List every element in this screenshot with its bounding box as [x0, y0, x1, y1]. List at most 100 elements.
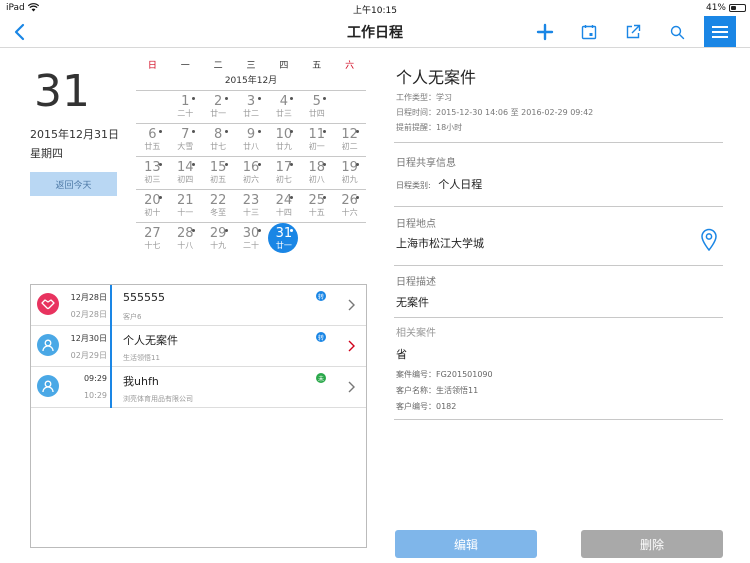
- divider: [394, 206, 723, 207]
- calendar-day[interactable]: 9 廿八: [235, 124, 268, 156]
- map-pin-icon[interactable]: [700, 228, 718, 252]
- handshake-avatar-icon: [37, 293, 59, 315]
- add-button[interactable]: [531, 19, 559, 45]
- client-name: 客户名称：生活领悟11: [396, 386, 479, 395]
- person-avatar-icon: [37, 375, 59, 397]
- calendar-day[interactable]: 6 廿五: [136, 124, 169, 156]
- calendar-day[interactable]: 5 廿四: [300, 91, 333, 123]
- day-number: 4: [279, 94, 288, 109]
- schedule-time: 日程时间：2015-12-30 14:06 至 2016-02-29 09:42: [396, 108, 594, 117]
- day-number: 19: [341, 160, 358, 175]
- search-button[interactable]: [663, 19, 691, 45]
- calendar-day[interactable]: 3 廿二: [235, 91, 268, 123]
- edit-button[interactable]: 编辑: [395, 530, 537, 558]
- client-number: 客户编号：0182: [396, 402, 457, 411]
- calendar-day-selected[interactable]: 31 廿一: [267, 223, 300, 255]
- lunar-date: 冬至: [210, 208, 227, 217]
- lunar-date: 十三: [243, 208, 259, 217]
- day-number: 30: [242, 226, 260, 241]
- calendar-day[interactable]: 10 廿九: [267, 124, 300, 156]
- calendar-day[interactable]: 19 初九: [333, 157, 366, 189]
- day-number: 5: [312, 94, 321, 109]
- calendar-day[interactable]: 25 十五: [300, 190, 333, 222]
- calendar-day[interactable]: 4 廿三: [267, 91, 300, 123]
- calendar-day[interactable]: 21 十一: [169, 190, 202, 222]
- status-bar: iPad 上午10:15 41%: [0, 0, 750, 16]
- calendar-day[interactable]: 28 十八: [169, 223, 202, 255]
- day-number: 2: [214, 94, 223, 109]
- schedule-list-item[interactable]: 12月30日 02月29日 个人无案件 生活领悟11 转: [31, 326, 366, 367]
- plus-icon: [536, 23, 554, 41]
- calendar-empty-cell: [300, 223, 333, 255]
- start-date: 12月30日: [70, 334, 107, 343]
- calendar-empty-cell: [136, 91, 169, 123]
- chevron-right-icon: [346, 297, 356, 311]
- calendar-empty-cell: [333, 223, 366, 255]
- calendar-day[interactable]: 16 初六: [235, 157, 268, 189]
- battery-icon: [729, 4, 746, 12]
- lunar-date: 廿四: [308, 109, 325, 118]
- end-date: 10:29: [83, 391, 107, 400]
- day-number: 1: [181, 94, 190, 109]
- schedule-list-item[interactable]: 12月28日 02月28日 555555 客户6 转: [31, 285, 366, 326]
- item-title: 我uhfh: [123, 375, 159, 388]
- chevron-right-icon: [346, 379, 356, 393]
- calendar-day[interactable]: 13 初三: [136, 157, 169, 189]
- calendar-day[interactable]: 24 十四: [267, 190, 300, 222]
- calendar-day[interactable]: 23 十三: [235, 190, 268, 222]
- item-subtitle: 生活领悟11: [123, 354, 160, 362]
- calendar-day[interactable]: 22 冬至: [202, 190, 235, 222]
- calendar-button[interactable]: [575, 19, 603, 45]
- calendar-day[interactable]: 2 廿一: [202, 91, 235, 123]
- back-to-today-button[interactable]: 返回今天: [30, 172, 117, 196]
- calendar-day[interactable]: 20 初十: [136, 190, 169, 222]
- lunar-date: 十八: [177, 241, 194, 250]
- calendar-empty-cell: [333, 91, 366, 123]
- calendar-day[interactable]: 30 二十: [235, 223, 268, 255]
- calendar-day[interactable]: 15 初五: [202, 157, 235, 189]
- menu-button[interactable]: [704, 16, 736, 47]
- clock: 上午10:15: [353, 6, 397, 16]
- calendar-day[interactable]: 26 十六: [333, 190, 366, 222]
- lunar-date: 十一: [177, 208, 194, 217]
- work-type: 工作类型：学习: [396, 93, 452, 102]
- calendar-day[interactable]: 8 廿七: [202, 124, 235, 156]
- day-number: 16: [242, 160, 260, 175]
- divider: [394, 419, 723, 420]
- description-section-title: 日程描述: [396, 277, 436, 288]
- lunar-date: 初六: [243, 175, 259, 184]
- calendar-day[interactable]: 17 初七: [267, 157, 300, 189]
- share-button[interactable]: [619, 19, 647, 45]
- lunar-date: 廿三: [275, 109, 292, 118]
- event-dot: [159, 163, 162, 166]
- lunar-date: 十七: [144, 241, 161, 250]
- item-subtitle: 客户6: [123, 313, 142, 321]
- calendar-day[interactable]: 14 初四: [169, 157, 202, 189]
- calendar-day[interactable]: 18 初八: [300, 157, 333, 189]
- lunar-date: 十五: [308, 208, 325, 217]
- day-number: 14: [177, 160, 194, 175]
- day-number: 23: [242, 193, 260, 208]
- lunar-date: 初十: [144, 208, 161, 217]
- day-number: 9: [246, 127, 256, 142]
- navigation-bar: 工作日程: [0, 16, 750, 48]
- month-calendar: 日一二三四五六 2015年12月 1 二十 2 廿一 3 廿二 4 廿三 5 廿四 6 廿五 7 大雪 8 廿…: [136, 58, 366, 255]
- schedule-list-item[interactable]: 09:29 10:29 我uhfh 浏亮体育用品有限公司 未: [31, 367, 366, 408]
- calendar-day[interactable]: 7 大雪: [169, 124, 202, 156]
- day-number: 28: [177, 226, 194, 241]
- calendar-day[interactable]: 1 二十: [169, 91, 202, 123]
- weekday-label: 日: [147, 61, 157, 71]
- calendar-day[interactable]: 11 初一: [300, 124, 333, 156]
- calendar-month-label: 2015年12月: [224, 76, 278, 86]
- delete-button[interactable]: 删除: [581, 530, 723, 558]
- event-dot: [191, 130, 195, 133]
- selected-day-number: 31: [34, 66, 90, 117]
- lunar-date: 廿一: [275, 241, 292, 250]
- calendar-day[interactable]: 27 十七: [136, 223, 169, 255]
- calendar-day[interactable]: 29 十九: [202, 223, 235, 255]
- event-dot: [191, 163, 195, 166]
- weekday-label: 四: [279, 61, 289, 71]
- calendar-day[interactable]: 12 初二: [333, 124, 366, 156]
- day-number: 13: [144, 160, 161, 175]
- lunar-date: 初三: [144, 175, 161, 184]
